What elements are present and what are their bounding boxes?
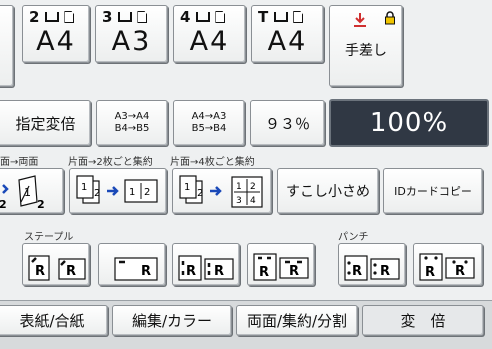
svg-text:R: R	[455, 264, 465, 279]
svg-text:2: 2	[37, 198, 45, 211]
ratio-line-2: B4→B5	[114, 123, 150, 134]
svg-text:R: R	[35, 264, 45, 279]
paper-orientation-icon	[64, 11, 75, 23]
tray-number: 3	[102, 8, 114, 26]
staple-top-left-button[interactable]: R R	[22, 243, 90, 286]
lock-icon	[385, 11, 395, 25]
tray-icon	[45, 12, 60, 22]
tray-number: 2	[29, 8, 41, 26]
punch-top-button[interactable]: R R	[413, 243, 483, 286]
combine-2-icon: 1 2 1 2	[76, 175, 158, 204]
a4-to-a3-button[interactable]: A4→A3 B5→B4	[173, 100, 245, 146]
svg-text:R: R	[352, 264, 362, 279]
svg-text:1: 1	[81, 182, 87, 193]
tray-paper-size: A3	[111, 26, 152, 57]
svg-text:2: 2	[250, 182, 256, 192]
tab-duplex-combine-series[interactable]: 両面/集約/分割	[236, 305, 358, 336]
tab-edit-color[interactable]: 編集/カラー	[112, 305, 232, 336]
custom-ratio-label: 指定変倍	[15, 114, 76, 133]
svg-text:R: R	[141, 264, 151, 279]
tab-label: 編集/カラー	[131, 312, 213, 330]
staple-section-label: ステープル	[24, 232, 74, 243]
paper-orientation-icon	[215, 11, 226, 23]
tab-cover-slip-sheet[interactable]: 表紙/合紙	[0, 305, 108, 336]
a3-to-a4-button[interactable]: A3→A4 B4→B5	[96, 100, 168, 146]
staple-two-top-button[interactable]: R R	[247, 243, 315, 286]
punch-top-icon: R R	[419, 253, 475, 281]
tab-label: 両面/集約/分割	[246, 312, 348, 330]
tray-icon	[274, 12, 289, 22]
punch-section-label: パンチ	[338, 232, 369, 243]
tray-paper-size: A4	[267, 26, 308, 57]
svg-text:R: R	[186, 264, 196, 279]
svg-text:1: 1	[236, 182, 242, 192]
tab-reduce-enlarge[interactable]: 変 倍	[362, 305, 484, 336]
bypass-tray-button[interactable]: 手差し	[329, 5, 403, 87]
combine4-section-label: 片面→4枚ごと集約	[170, 157, 255, 168]
custom-ratio-button[interactable]: 指定変倍	[0, 100, 91, 146]
tray-number: 4	[180, 8, 192, 26]
ratio-line-2: B5→B4	[191, 123, 227, 134]
ratio-line-1: A4→A3	[191, 111, 227, 122]
punch-left-icon: R R	[344, 255, 400, 281]
tray-icon	[118, 12, 133, 22]
ratio-93-button[interactable]: ９３％	[250, 100, 325, 146]
punch-left-button[interactable]: R R	[338, 243, 406, 286]
bypass-feed-icon	[354, 13, 366, 27]
svg-text:3: 3	[236, 196, 242, 206]
tray-T-button[interactable]: T A4	[251, 5, 324, 63]
svg-text:R: R	[289, 264, 299, 279]
svg-text:R: R	[259, 265, 269, 280]
combine-4-button[interactable]: 1 2 12 34	[172, 168, 272, 214]
svg-text:1: 1	[184, 182, 190, 193]
current-ratio-value: 100%	[369, 108, 449, 138]
duplex-icon: 2 1 2	[0, 175, 45, 211]
svg-text:4: 4	[250, 196, 256, 206]
paper-orientation-icon	[137, 11, 148, 23]
staple-two-left-icon: R R	[178, 255, 234, 281]
tray-2-button[interactable]: 2 A4	[22, 5, 90, 63]
svg-text:1: 1	[129, 187, 135, 198]
tray-3-button[interactable]: 3 A3	[95, 5, 168, 63]
tray-number: T	[258, 8, 270, 26]
bypass-label: 手差し	[345, 43, 387, 59]
svg-text:R: R	[380, 264, 390, 279]
id-card-copy-button[interactable]: IDカードコピー	[383, 168, 483, 214]
duplex-section-label: 面→両面	[0, 157, 39, 168]
reduce-slightly-button[interactable]: すこし小さめ	[277, 168, 379, 214]
tray-paper-size: A4	[36, 26, 76, 57]
tray-icon	[196, 12, 211, 22]
tray-paper-size: A4	[189, 26, 230, 57]
tab-label: 表紙/合紙	[19, 312, 85, 330]
svg-text:R: R	[214, 264, 224, 279]
staple-two-top-icon: R R	[253, 253, 309, 281]
combine-2-button[interactable]: 1 2 1 2	[69, 168, 167, 214]
staple-top-right-icon: R	[114, 257, 158, 281]
combine-4-icon: 1 2 12 34	[179, 175, 263, 208]
id-card-copy-label: IDカードコピー	[394, 185, 472, 198]
svg-text:2: 2	[197, 188, 203, 199]
staple-two-left-button[interactable]: R R	[172, 243, 240, 286]
svg-text:2: 2	[0, 198, 7, 211]
ratio-93-label: ９３％	[264, 114, 310, 133]
ratio-line-1: A3→A4	[114, 111, 150, 122]
tray-button-partial[interactable]	[0, 5, 14, 87]
combine2-section-label: 片面→2枚ごと集約	[68, 157, 153, 168]
tab-label: 変 倍	[400, 312, 446, 330]
staple-top-right-button[interactable]: R	[98, 243, 166, 286]
duplex-button[interactable]: 2 1 2	[0, 168, 64, 214]
current-ratio-display: 100%	[329, 99, 489, 147]
svg-text:R: R	[66, 264, 76, 279]
staple-top-left-icon: R R	[28, 255, 86, 281]
svg-text:2: 2	[144, 187, 150, 198]
svg-text:R: R	[425, 265, 435, 280]
tray-4-button[interactable]: 4 A4	[173, 5, 246, 63]
reduce-slightly-label: すこし小さめ	[286, 184, 370, 200]
svg-text:2: 2	[94, 188, 100, 199]
paper-orientation-icon	[293, 11, 304, 23]
